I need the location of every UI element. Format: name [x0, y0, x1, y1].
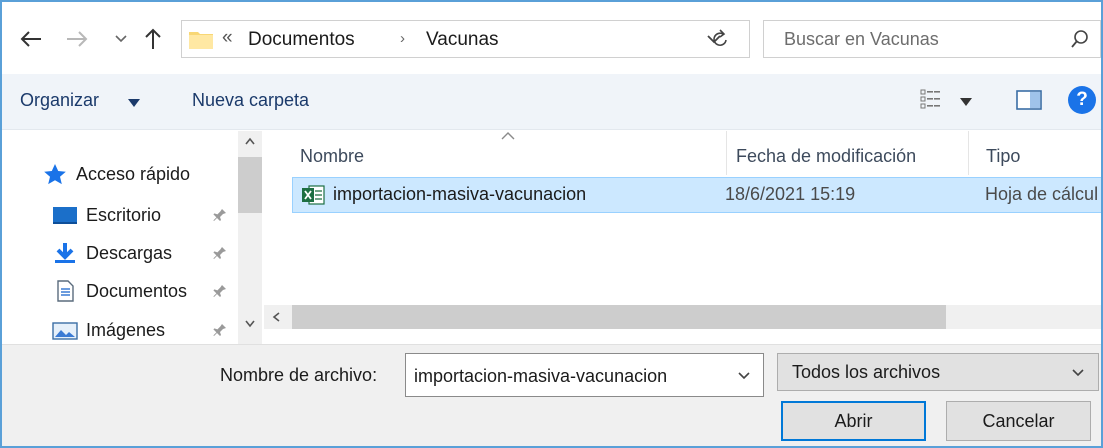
recent-locations-button[interactable]	[106, 24, 136, 54]
file-list-horizontal-scrollbar[interactable]	[264, 305, 1101, 329]
chevron-down-icon[interactable]	[738, 372, 750, 380]
open-button[interactable]: Abrir	[781, 401, 926, 441]
horizontal-scroll-thumb[interactable]	[292, 305, 946, 329]
chevron-down-icon	[115, 35, 127, 43]
forward-arrow-icon	[67, 31, 88, 47]
search-input[interactable]	[784, 27, 1034, 51]
address-bar[interactable]: « Documentos › Vacunas	[181, 20, 750, 58]
up-button[interactable]	[138, 24, 168, 54]
back-button[interactable]	[16, 24, 46, 54]
filename-input[interactable]	[414, 364, 724, 388]
organize-button[interactable]: Organizar	[20, 90, 99, 111]
file-type-selected: Todos los archivos	[792, 362, 941, 382]
dialog-footer: Nombre de archivo: Todos los archivos Ab…	[2, 344, 1101, 446]
column-divider[interactable]	[968, 131, 969, 175]
search-box[interactable]	[763, 20, 1101, 58]
nav-item-label: Escritorio	[86, 204, 162, 225]
pin-icon[interactable]	[213, 323, 227, 337]
nav-item-quick-access[interactable]: Acceso rápido	[42, 159, 190, 189]
pictures-icon	[52, 322, 78, 340]
view-options-icon[interactable]	[920, 88, 942, 110]
address-row: « Documentos › Vacunas	[2, 2, 1101, 74]
file-open-dialog: « Documentos › Vacunas Organizar Nueva c…	[0, 0, 1103, 448]
pin-icon[interactable]	[213, 208, 227, 222]
pin-icon[interactable]	[213, 246, 227, 260]
scroll-up-icon[interactable]	[245, 137, 255, 145]
forward-button[interactable]	[62, 24, 92, 54]
folder-icon	[189, 32, 213, 49]
download-icon	[55, 243, 75, 263]
caret-down-icon[interactable]	[128, 99, 140, 107]
star-icon	[44, 164, 66, 185]
desktop-icon	[53, 207, 77, 224]
breadcrumb-vacunas[interactable]: Vacunas	[426, 29, 499, 51]
breadcrumb-documentos[interactable]: Documentos	[248, 29, 355, 51]
up-arrow-icon	[145, 28, 161, 49]
command-toolbar: Organizar Nueva carpeta ?	[2, 74, 1101, 130]
search-icon[interactable]	[1070, 29, 1090, 49]
file-type-select[interactable]: Todos los archivos	[777, 353, 1099, 391]
nav-scroll-thumb[interactable]	[238, 157, 262, 213]
nav-item-label: Descargas	[86, 242, 173, 263]
filename-combobox[interactable]	[405, 353, 764, 397]
address-overflow-chevron[interactable]: «	[222, 27, 233, 49]
nav-item-pictures[interactable]: Imágenes	[52, 315, 165, 344]
nav-item-label: Imágenes	[86, 319, 166, 340]
filename-label: Nombre de archivo:	[220, 365, 378, 385]
column-divider[interactable]	[726, 131, 727, 175]
column-header-modified[interactable]: Fecha de modificación	[736, 141, 916, 171]
nav-item-documents[interactable]: Documentos	[52, 276, 187, 306]
nav-item-downloads[interactable]: Descargas	[52, 238, 172, 268]
pin-icon[interactable]	[213, 284, 227, 298]
file-row[interactable]: importacion-masiva-vacunacion 18/6/2021 …	[292, 177, 1101, 213]
file-modified-date: 18/6/2021 15:19	[725, 184, 856, 204]
refresh-button[interactable]	[705, 24, 735, 54]
document-icon	[57, 280, 74, 302]
nav-item-label: Acceso rápido	[76, 163, 191, 184]
nav-item-desktop[interactable]: Escritorio	[52, 200, 161, 230]
nav-item-label: Documentos	[86, 280, 188, 301]
breadcrumb-separator[interactable]: ›	[400, 30, 405, 47]
scroll-left-icon[interactable]	[272, 312, 280, 322]
refresh-icon	[713, 29, 727, 47]
navigation-pane: Acceso rápido Escritorio Descargas Docum…	[2, 131, 264, 344]
column-header-name[interactable]: Nombre	[300, 141, 364, 171]
scroll-down-icon[interactable]	[245, 320, 255, 328]
help-button[interactable]: ?	[1068, 86, 1096, 114]
cancel-button[interactable]: Cancelar	[946, 401, 1091, 441]
back-arrow-icon	[20, 31, 41, 47]
sort-ascending-icon	[501, 132, 515, 140]
caret-down-icon[interactable]	[960, 98, 972, 106]
preview-pane-icon[interactable]	[1016, 90, 1042, 110]
file-name: importacion-masiva-vacunacion	[333, 184, 587, 204]
column-header-type[interactable]: Tipo	[986, 141, 1020, 171]
chevron-down-icon[interactable]	[1072, 369, 1084, 377]
file-type: Hoja de cálcul	[985, 184, 1099, 204]
excel-file-icon	[302, 185, 325, 205]
nav-vertical-scrollbar[interactable]	[238, 131, 262, 344]
new-folder-button[interactable]: Nueva carpeta	[192, 90, 309, 111]
